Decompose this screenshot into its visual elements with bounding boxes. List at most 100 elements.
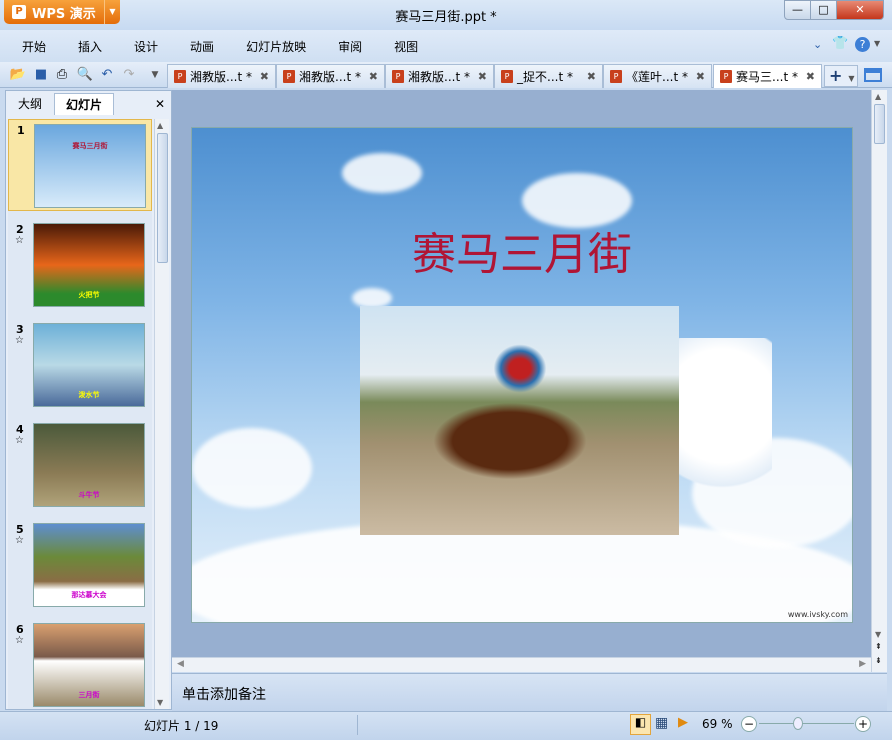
close-tab-icon[interactable]: ✖: [587, 70, 596, 83]
skin-icon[interactable]: 👕: [832, 36, 848, 51]
window-layout-icon[interactable]: [864, 68, 882, 82]
menu-design[interactable]: 设计: [134, 38, 158, 55]
zoom-in-button[interactable]: +: [855, 716, 871, 732]
thumbnail-title: 泼水节: [78, 391, 100, 399]
menu-animation[interactable]: 动画: [190, 38, 214, 55]
redo-icon[interactable]: ↷: [120, 66, 138, 84]
tab-outline[interactable]: 大纲: [8, 93, 52, 115]
watermark: www.ivsky.com: [787, 610, 848, 619]
slide-thumbnail[interactable]: 6 ☆ 三月街: [8, 619, 152, 709]
close-panel-icon[interactable]: ✕: [152, 93, 168, 115]
slideshow-icon[interactable]: ▶: [678, 715, 688, 730]
scroll-right-icon[interactable]: ▶: [859, 659, 866, 669]
slide-canvas[interactable]: 赛马三月街 www.ivsky.com: [191, 127, 853, 623]
doc-tab-active[interactable]: P 赛马三...t * ✖: [713, 64, 822, 88]
close-tab-icon[interactable]: ✖: [369, 70, 378, 83]
thumbnail-image: 斗牛节: [33, 423, 145, 507]
thumbnail-title: 斗牛节: [78, 491, 100, 499]
divider: [357, 715, 358, 735]
slide-thumbnail[interactable]: 5 ☆ 那达慕大会: [8, 519, 152, 611]
customize-toolbar-icon[interactable]: ▼: [146, 66, 164, 84]
slide-title[interactable]: 赛马三月街: [192, 218, 852, 282]
thumbnail-image: 三月街: [33, 623, 145, 707]
notes-pane[interactable]: 单击添加备注: [172, 673, 887, 711]
menu-view[interactable]: 视图: [394, 38, 418, 55]
doc-tab[interactable]: P 湘教版...t * ✖: [167, 64, 276, 88]
title-bar: P WPS 演示 ▼ 赛马三月街.ppt * — □ ✕: [0, 0, 892, 30]
help-dropdown-icon[interactable]: ▼: [874, 39, 880, 48]
new-tab-button[interactable]: + ▼: [824, 65, 858, 87]
normal-view-icon[interactable]: ◧: [630, 714, 651, 735]
thumbnail-image: 赛马三月街: [34, 124, 146, 208]
menu-insert[interactable]: 插入: [78, 38, 102, 55]
help-icon[interactable]: ?: [855, 37, 870, 52]
scroll-thumb[interactable]: [157, 133, 168, 263]
horizontal-scrollbar[interactable]: ◀ ▶: [172, 657, 871, 672]
thumbnail-title: 赛马三月街: [72, 142, 108, 150]
scroll-left-icon[interactable]: ◀: [177, 659, 184, 669]
window-title: 赛马三月街.ppt *: [395, 10, 497, 25]
scroll-down-icon[interactable]: ▼: [875, 630, 881, 639]
zoom-out-button[interactable]: −: [741, 716, 757, 732]
thumbnail-image: 火把节: [33, 223, 145, 307]
undo-icon[interactable]: ↶: [98, 66, 116, 84]
previous-slide-icon[interactable]: ⇞: [875, 642, 882, 651]
collapse-ribbon-icon[interactable]: ⌄: [813, 38, 822, 51]
animation-star-icon: ☆: [15, 235, 24, 246]
scroll-down-icon[interactable]: ▼: [157, 698, 163, 707]
thumbnail-image: 泼水节: [33, 323, 145, 407]
next-slide-icon[interactable]: ⇟: [875, 656, 882, 665]
slide-number: 1: [17, 124, 25, 137]
zoom-level[interactable]: 69 %: [702, 717, 733, 731]
slide-thumbnail[interactable]: 3 ☆ 泼水节: [8, 319, 152, 411]
close-tab-icon[interactable]: ✖: [260, 70, 269, 83]
scroll-thumb[interactable]: [874, 104, 885, 144]
vertical-scrollbar[interactable]: ▲ ▼ ⇞ ⇟: [871, 90, 887, 672]
zoom-slider-thumb[interactable]: [793, 717, 803, 730]
doc-tab-label: 湘教版...t *: [190, 70, 252, 84]
ppt-file-icon: P: [501, 70, 513, 83]
ribbon-menu: 开始 插入 设计 动画 幻灯片放映 审阅 视图 ⌄ 👕 ? ▼: [0, 30, 892, 62]
menu-home[interactable]: 开始: [22, 38, 46, 55]
close-button[interactable]: ✕: [836, 0, 884, 20]
horse-rider-photo[interactable]: [360, 306, 679, 535]
doc-tab-label: 赛马三...t *: [736, 70, 798, 84]
zoom-slider[interactable]: [759, 723, 854, 724]
slide-sorter-icon[interactable]: ▦: [655, 715, 668, 731]
open-icon[interactable]: 📂: [9, 66, 27, 84]
ppt-file-icon: P: [610, 70, 622, 83]
doc-tab[interactable]: P 湘教版...t * ✖: [276, 64, 385, 88]
scroll-up-icon[interactable]: ▲: [875, 92, 881, 101]
slide-thumbnail[interactable]: 1 赛马三月街: [8, 119, 152, 211]
menu-review[interactable]: 审阅: [338, 38, 362, 55]
thumbnails-scrollbar[interactable]: ▲ ▼: [154, 119, 169, 709]
maximize-button[interactable]: □: [810, 0, 837, 20]
doc-tab[interactable]: P _捉不...t * ✖: [494, 64, 603, 88]
scroll-up-icon[interactable]: ▲: [157, 121, 163, 130]
tab-slides[interactable]: 幻灯片: [54, 93, 114, 115]
animation-star-icon: ☆: [15, 535, 24, 546]
animation-star-icon: ☆: [15, 435, 24, 446]
menu-slideshow[interactable]: 幻灯片放映: [246, 38, 306, 55]
close-tab-icon[interactable]: ✖: [696, 70, 705, 83]
doc-tab-label: _捉不...t *: [517, 70, 573, 84]
animation-star-icon: ☆: [15, 335, 24, 346]
slide-thumbnail[interactable]: 2 ☆ 火把节: [8, 219, 152, 311]
minimize-button[interactable]: —: [784, 0, 811, 20]
ppt-file-icon: P: [283, 70, 295, 83]
doc-tab[interactable]: P 湘教版...t * ✖: [385, 64, 494, 88]
save-icon[interactable]: ■: [32, 66, 50, 84]
animation-star-icon: ☆: [15, 635, 24, 646]
doc-tab[interactable]: P 《莲叶...t * ✖: [603, 64, 712, 88]
print-preview-icon[interactable]: 🔍: [76, 66, 94, 84]
slides-panel: 大纲 幻灯片 ✕ 1 赛马三月街 2 ☆ 火把节 3 ☆ 泼水节 4 ☆ 斗牛节 5 ☆ 那达慕大会 6 ☆ 三…: [5, 90, 172, 710]
doc-tab-label: 《莲叶...t *: [626, 70, 688, 84]
slide-thumbnail[interactable]: 4 ☆ 斗牛节: [8, 419, 152, 511]
slide-counter: 幻灯片 1 / 19: [144, 719, 219, 733]
print-icon[interactable]: ⎙: [53, 66, 71, 84]
thumbnail-title: 三月街: [78, 691, 100, 699]
close-tab-icon[interactable]: ✖: [806, 70, 815, 83]
close-tab-icon[interactable]: ✖: [478, 70, 487, 83]
status-bar: 幻灯片 1 / 19 ◧ ▦ ▶ 69 % − +: [0, 711, 892, 740]
doc-tab-label: 湘教版...t *: [299, 70, 361, 84]
